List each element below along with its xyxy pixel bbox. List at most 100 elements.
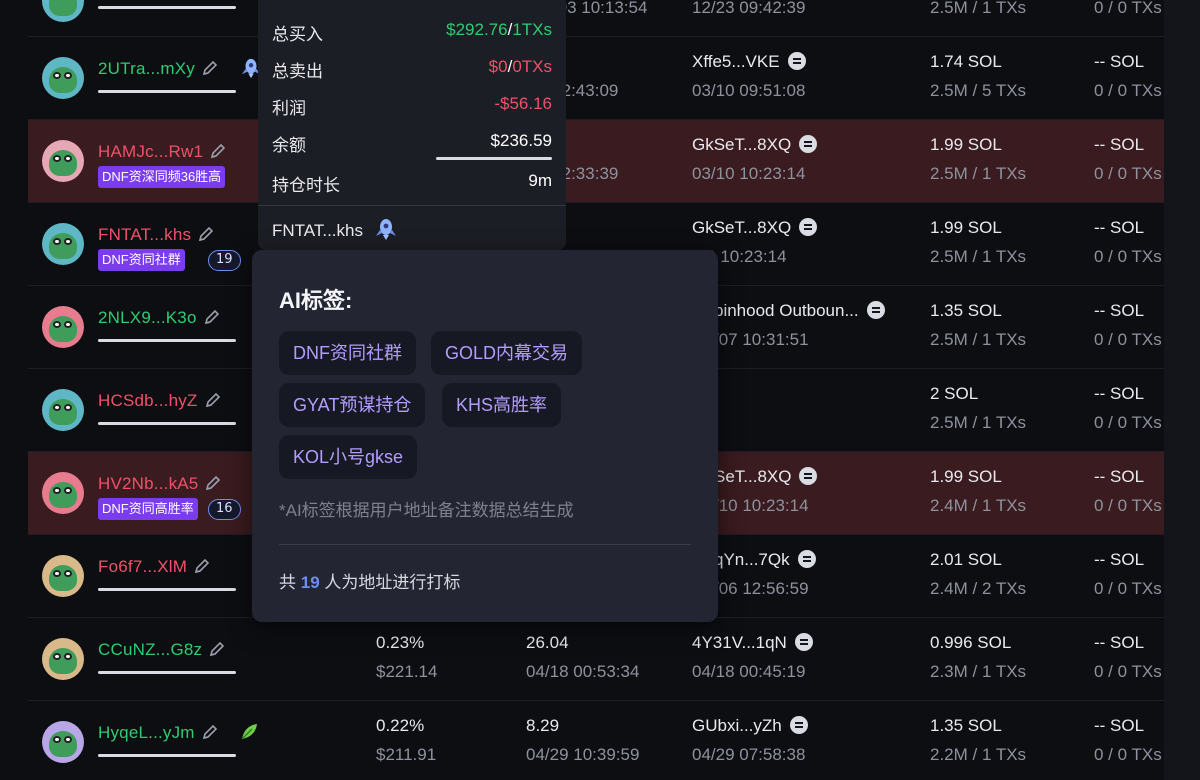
wallet-name-text: HyqeL...yJm bbox=[98, 723, 195, 742]
sol-balance: 1.99 SOL bbox=[930, 467, 1002, 486]
table-row[interactable]: HAMJc...Rw1 DNF资深同频36胜高 1 12:33:39 GkSeT...… bbox=[28, 120, 1166, 203]
table-row[interactable]: 2UTra...mXy47 02:43:09Xffe5...VKE03/10 0… bbox=[28, 37, 1166, 120]
tag-count-badge[interactable]: 19 bbox=[208, 250, 241, 271]
sol2-sub: 0 / 0 TXs bbox=[1094, 662, 1162, 681]
source-address[interactable]: Xffe5...VKE bbox=[692, 52, 806, 72]
wallet-name[interactable]: HyqeL...yJm bbox=[98, 723, 219, 743]
avatar bbox=[42, 389, 84, 431]
sol2-sub: 0 / 0 TXs bbox=[1094, 745, 1162, 764]
source-time: 03/10 10:23:14 bbox=[692, 164, 806, 183]
leaf-icon bbox=[241, 724, 257, 740]
ai-tag-chip[interactable]: GOLD内幕交易 bbox=[431, 331, 583, 375]
edit-icon[interactable] bbox=[209, 142, 227, 160]
sell-label: 总卖出 bbox=[272, 62, 323, 81]
table-row[interactable]: HyqeL...yJm 0.22% $211.91 8.29 04/29 10:39:5… bbox=[28, 701, 1166, 780]
sol2-sub: 0 / 0 TXs bbox=[1094, 0, 1162, 17]
wallet-name[interactable]: CCuNZ...G8z bbox=[98, 640, 226, 660]
ai-tag-chip[interactable]: KHS高胜率 bbox=[442, 383, 562, 427]
ai-tags-note: *AI标签根据用户地址备注数据总结生成 bbox=[279, 501, 574, 520]
edit-icon[interactable] bbox=[201, 59, 219, 77]
source-address-text: GkSeT...8XQ bbox=[692, 135, 792, 154]
trade-value: 8.29 bbox=[526, 716, 560, 735]
balance-bar bbox=[436, 157, 552, 160]
tooltip-wallet-name: FNTAT...khs bbox=[272, 221, 363, 240]
sol2-sub: 0 / 0 TXs bbox=[1094, 579, 1162, 598]
sol2-balance: -- SOL bbox=[1094, 716, 1145, 735]
sol-sub: 2.5M / 1 TXs bbox=[930, 164, 1027, 183]
sol2-balance: -- SOL bbox=[1094, 218, 1145, 237]
wallet-name[interactable]: FNTAT...khs bbox=[98, 225, 215, 245]
wallet-name-text: CCuNZ...G8z bbox=[98, 640, 203, 659]
table-row[interactable]: 04/03 10:13:54 12/23 09:42:39 2.5M / 1 T… bbox=[28, 0, 1166, 37]
ai-tag-chip[interactable]: GYAT预谋持仓 bbox=[279, 383, 426, 427]
source-address-text: SeT...8XQ bbox=[714, 467, 792, 486]
avatar bbox=[42, 57, 84, 99]
source-address[interactable]: GkSeT...8XQ bbox=[692, 135, 818, 155]
ai-tag-chip[interactable]: KOL小号gkse bbox=[279, 435, 418, 479]
avatar bbox=[42, 638, 84, 680]
wallet-name-text: 2UTra...mXy bbox=[98, 59, 195, 78]
trade-value: 26.04 bbox=[526, 633, 569, 652]
tag-count-badge[interactable]: 16 bbox=[208, 499, 241, 520]
balance-value: $236.59 bbox=[490, 131, 552, 150]
edit-icon[interactable] bbox=[204, 391, 222, 409]
trade-time: 04/18 00:53:34 bbox=[526, 662, 640, 681]
source-address[interactable]: binhood Outboun... bbox=[714, 301, 885, 321]
edit-icon[interactable] bbox=[204, 474, 222, 492]
sol2-sub: 0 / 0 TXs bbox=[1094, 496, 1162, 515]
sol-sub: 2.5M / 1 TXs bbox=[930, 247, 1027, 266]
source-address[interactable]: 4Y31V...1qN bbox=[692, 633, 813, 653]
wallet-name[interactable]: Fo6f7...XlM bbox=[98, 557, 211, 577]
wallet-name[interactable]: HV2Nb...kA5 bbox=[98, 474, 222, 494]
wallet-name[interactable]: HCSdb...hyZ bbox=[98, 391, 222, 411]
sol2-balance: -- SOL bbox=[1094, 550, 1145, 569]
wallet-tag[interactable]: DNF资深同频36胜高 bbox=[98, 166, 226, 188]
wallet-tag[interactable]: DNF资同社群 bbox=[98, 249, 185, 271]
source-address[interactable]: GkSeT...8XQ bbox=[692, 218, 818, 238]
name-underline bbox=[98, 90, 236, 93]
sol-balance: 1.99 SOL bbox=[930, 135, 1002, 154]
sol-balance: 1.35 SOL bbox=[930, 301, 1002, 320]
wallet-name[interactable]: 2NLX9...K3o bbox=[98, 308, 221, 328]
source-address[interactable]: SeT...8XQ bbox=[714, 467, 818, 487]
sol-sub: 2.5M / 5 TXs bbox=[930, 81, 1027, 100]
profit-value: -$56.16 bbox=[494, 94, 552, 113]
sol-sub: 2.4M / 1 TXs bbox=[930, 496, 1027, 515]
sol-sub: 2.4M / 2 TXs bbox=[930, 579, 1027, 598]
source-address[interactable]: qYn...7Qk bbox=[714, 550, 816, 570]
sol-balance: 1.35 SOL bbox=[930, 716, 1002, 735]
avatar bbox=[42, 472, 84, 514]
edit-icon[interactable] bbox=[201, 723, 219, 741]
ai-tag-chip[interactable]: DNF资同社群 bbox=[279, 331, 416, 375]
tag-count-line: 共 19 人为地址进行打标 bbox=[279, 568, 460, 593]
sol2-sub: 0 / 0 TXs bbox=[1094, 81, 1162, 100]
sol2-balance: -- SOL bbox=[1094, 301, 1145, 320]
wallet-name-text: HCSdb...hyZ bbox=[98, 391, 198, 410]
source-address-text: binhood Outboun... bbox=[714, 301, 859, 320]
sol2-balance: -- SOL bbox=[1094, 384, 1145, 403]
hold-value: 9m bbox=[528, 171, 552, 190]
edit-icon[interactable] bbox=[208, 640, 226, 658]
avatar bbox=[42, 306, 84, 348]
hold-label: 持仓时长 bbox=[272, 176, 340, 195]
wallet-tag[interactable]: DNF资同高胜率 bbox=[98, 498, 198, 520]
avatar bbox=[42, 223, 84, 265]
name-underline bbox=[98, 6, 236, 9]
source-time: 04/29 07:58:38 bbox=[692, 745, 806, 764]
buy-value: $292.76 bbox=[446, 20, 508, 39]
ai-popup-divider bbox=[279, 544, 691, 545]
table-row[interactable]: CCuNZ...G8z 0.23% $221.14 26.04 04/18 00:53:… bbox=[28, 618, 1166, 701]
source-time: /06 12:56:59 bbox=[714, 579, 809, 598]
edit-icon[interactable] bbox=[193, 557, 211, 575]
sol-sub: 2.5M / 1 TXs bbox=[930, 330, 1027, 349]
wallet-name-text: FNTAT...khs bbox=[98, 225, 192, 244]
sol-balance: 2.01 SOL bbox=[930, 550, 1002, 569]
edit-icon[interactable] bbox=[197, 225, 215, 243]
wallet-name[interactable]: HAMJc...Rw1 bbox=[98, 142, 227, 162]
edit-icon[interactable] bbox=[203, 308, 221, 326]
sol-balance: 0.996 SOL bbox=[930, 633, 1012, 652]
source-address[interactable]: GUbxi...yZh bbox=[692, 716, 808, 736]
sell-tx: 0TXs bbox=[512, 57, 552, 76]
wallet-name[interactable]: 2UTra...mXy bbox=[98, 59, 219, 79]
holding-tooltip: 总买入 $292.76/1TXs 总卖出 $0/0TXs 利润 -$56.16 … bbox=[258, 0, 566, 250]
